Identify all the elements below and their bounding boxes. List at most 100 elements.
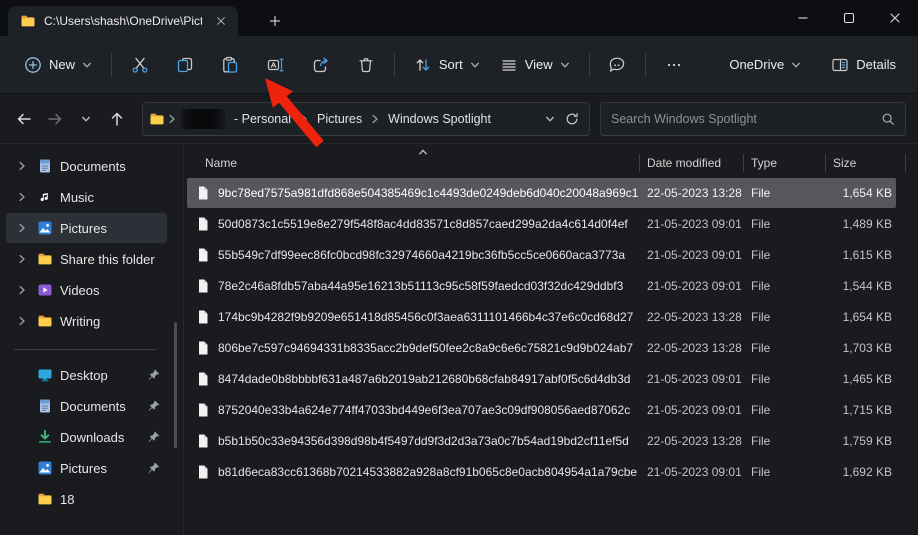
file-date: 22-05-2023 13:28 — [639, 341, 743, 355]
file-icon — [195, 464, 211, 480]
see-more-button[interactable] — [655, 47, 692, 83]
rename-button[interactable] — [257, 47, 294, 83]
explorer-tab[interactable]: C:\Users\shash\OneDrive\Pictu — [8, 6, 238, 36]
toolbar-divider — [111, 53, 112, 77]
sidebar-item-downloads[interactable]: Downloads — [6, 422, 167, 452]
sidebar-item-documents-pinned[interactable]: Documents — [6, 391, 167, 421]
breadcrumb-chevron-icon[interactable] — [369, 114, 381, 124]
sidebar-item-label: Videos — [60, 283, 100, 298]
file-type: File — [743, 403, 825, 417]
delete-button[interactable] — [348, 47, 385, 83]
navigation-bar: - Personal Pictures Windows Spotlight — [0, 94, 918, 144]
address-dropdown-button[interactable] — [545, 114, 555, 124]
recent-locations-button[interactable] — [72, 105, 100, 133]
file-row[interactable]: b81d6eca83cc61368b70214533882a928a8cf91b… — [187, 457, 896, 487]
sidebar-item-writing[interactable]: Writing — [6, 306, 167, 336]
share-button[interactable] — [302, 47, 339, 83]
file-row[interactable]: 8474dade0b8bbbbf631a487a6b2019ab212680b6… — [187, 364, 896, 394]
file-name: 9bc78ed7575a981dfd868e504385469c1c4493de… — [218, 186, 638, 200]
onedrive-button[interactable]: OneDrive — [692, 47, 811, 83]
file-row[interactable]: 806be7c597c94694331b8335acc2b9def50fee2c… — [187, 333, 896, 363]
expand-chevron-icon[interactable] — [14, 316, 30, 326]
breadcrumb-chevron-icon[interactable] — [166, 114, 178, 124]
back-button[interactable] — [10, 105, 38, 133]
details-button[interactable]: Details — [821, 47, 906, 83]
sidebar-item-videos[interactable]: Videos — [6, 275, 167, 305]
file-row[interactable]: 55b549c7df99eec86fc0bcd98fc32974660a4219… — [187, 240, 896, 270]
file-date: 21-05-2023 09:01 — [639, 279, 743, 293]
chevron-down-icon — [470, 60, 480, 70]
paste-button[interactable] — [212, 47, 249, 83]
new-tab-button[interactable] — [262, 8, 288, 34]
sidebar-item-share-this-folder[interactable]: Share this folder — [6, 244, 167, 274]
copy-button[interactable] — [166, 47, 203, 83]
search-icon[interactable] — [881, 112, 895, 126]
view-button[interactable]: View — [490, 47, 580, 83]
refresh-button[interactable] — [565, 112, 579, 126]
file-list: Name Date modified Type Size 9bc78ed7575… — [184, 144, 918, 535]
expand-chevron-icon[interactable] — [14, 223, 30, 233]
new-button[interactable]: New — [14, 47, 102, 83]
column-header-name[interactable]: Name — [187, 148, 639, 178]
column-header-size[interactable]: Size — [825, 148, 905, 178]
sidebar-item-label: Share this folder — [60, 252, 155, 267]
file-size: 1,759 KB — [825, 434, 896, 448]
forward-button[interactable] — [41, 105, 69, 133]
file-date: 22-05-2023 13:28 — [639, 310, 743, 324]
minimize-button[interactable] — [780, 0, 826, 36]
breadcrumb-bar[interactable]: - Personal Pictures Windows Spotlight — [142, 102, 590, 136]
file-size: 1,715 KB — [825, 403, 896, 417]
sidebar-item-label: Documents — [60, 399, 126, 414]
onedrive-cloud-icon — [702, 58, 722, 71]
column-header-type[interactable]: Type — [743, 148, 825, 178]
toolbar-divider — [589, 53, 590, 77]
pin-icon — [147, 461, 161, 475]
phone-link-button[interactable] — [599, 47, 636, 83]
column-header-date-modified[interactable]: Date modified — [639, 148, 743, 178]
file-rows: 9bc78ed7575a981dfd868e504385469c1c4493de… — [187, 178, 908, 487]
search-input[interactable] — [611, 112, 881, 126]
file-size: 1,692 KB — [825, 465, 896, 479]
file-row[interactable]: 78e2c46a8fdb57aba44a95e16213b51113c95c58… — [187, 271, 896, 301]
file-name: 174bc9b4282f9b9209e651418d85456c0f3aea63… — [218, 310, 633, 324]
expand-chevron-icon[interactable] — [14, 254, 30, 264]
file-icon — [195, 278, 211, 294]
breadcrumb-account[interactable]: - Personal — [228, 109, 297, 129]
sidebar-item-18[interactable]: 18 — [6, 484, 167, 514]
file-date: 21-05-2023 09:01 — [639, 465, 743, 479]
file-row[interactable]: 174bc9b4282f9b9209e651418d85456c0f3aea63… — [187, 302, 896, 332]
sidebar-item-pictures-pinned[interactable]: Pictures — [6, 453, 167, 483]
tab-close-icon[interactable] — [210, 10, 232, 32]
sort-button[interactable]: Sort — [404, 47, 490, 83]
breadcrumb-pictures[interactable]: Pictures — [311, 109, 368, 129]
file-row[interactable]: 50d0873c1c5519e8e279f548f8ac4dd83571c8d8… — [187, 209, 896, 239]
close-button[interactable] — [872, 0, 918, 36]
maximize-button[interactable] — [826, 0, 872, 36]
file-size: 1,544 KB — [825, 279, 896, 293]
expand-chevron-icon[interactable] — [14, 192, 30, 202]
sidebar-item-label: 18 — [60, 492, 74, 507]
expand-chevron-icon[interactable] — [14, 285, 30, 295]
trash-icon — [357, 56, 375, 74]
expand-chevron-icon[interactable] — [14, 161, 30, 171]
file-row[interactable]: 9bc78ed7575a981dfd868e504385469c1c4493de… — [187, 178, 896, 208]
sidebar-scrollbar-thumb[interactable] — [174, 322, 177, 448]
sidebar-item-desktop[interactable]: Desktop — [6, 360, 167, 390]
breadcrumb-current-folder[interactable]: Windows Spotlight — [382, 109, 497, 129]
file-row[interactable]: 8752040e33b4a624e774ff47033bd449e6f3ea70… — [187, 395, 896, 425]
file-row[interactable]: b5b1b50c33e94356d398d98b4f5497dd9f3d2d3a… — [187, 426, 896, 456]
plus-circle-icon — [24, 56, 42, 74]
cut-button[interactable] — [121, 47, 158, 83]
documents-icon — [37, 398, 53, 414]
file-name: b5b1b50c33e94356d398d98b4f5497dd9f3d2d3a… — [218, 434, 629, 448]
sidebar-item-documents[interactable]: Documents — [6, 151, 167, 181]
folder-icon — [20, 13, 36, 29]
up-button[interactable] — [103, 105, 131, 133]
breadcrumb-chevron-icon[interactable] — [298, 114, 310, 124]
scissors-icon — [131, 56, 149, 74]
file-type: File — [743, 248, 825, 262]
sidebar-item-pictures[interactable]: Pictures — [6, 213, 167, 243]
file-size: 1,465 KB — [825, 372, 896, 386]
file-date: 21-05-2023 09:01 — [639, 372, 743, 386]
sidebar-item-music[interactable]: Music — [6, 182, 167, 212]
